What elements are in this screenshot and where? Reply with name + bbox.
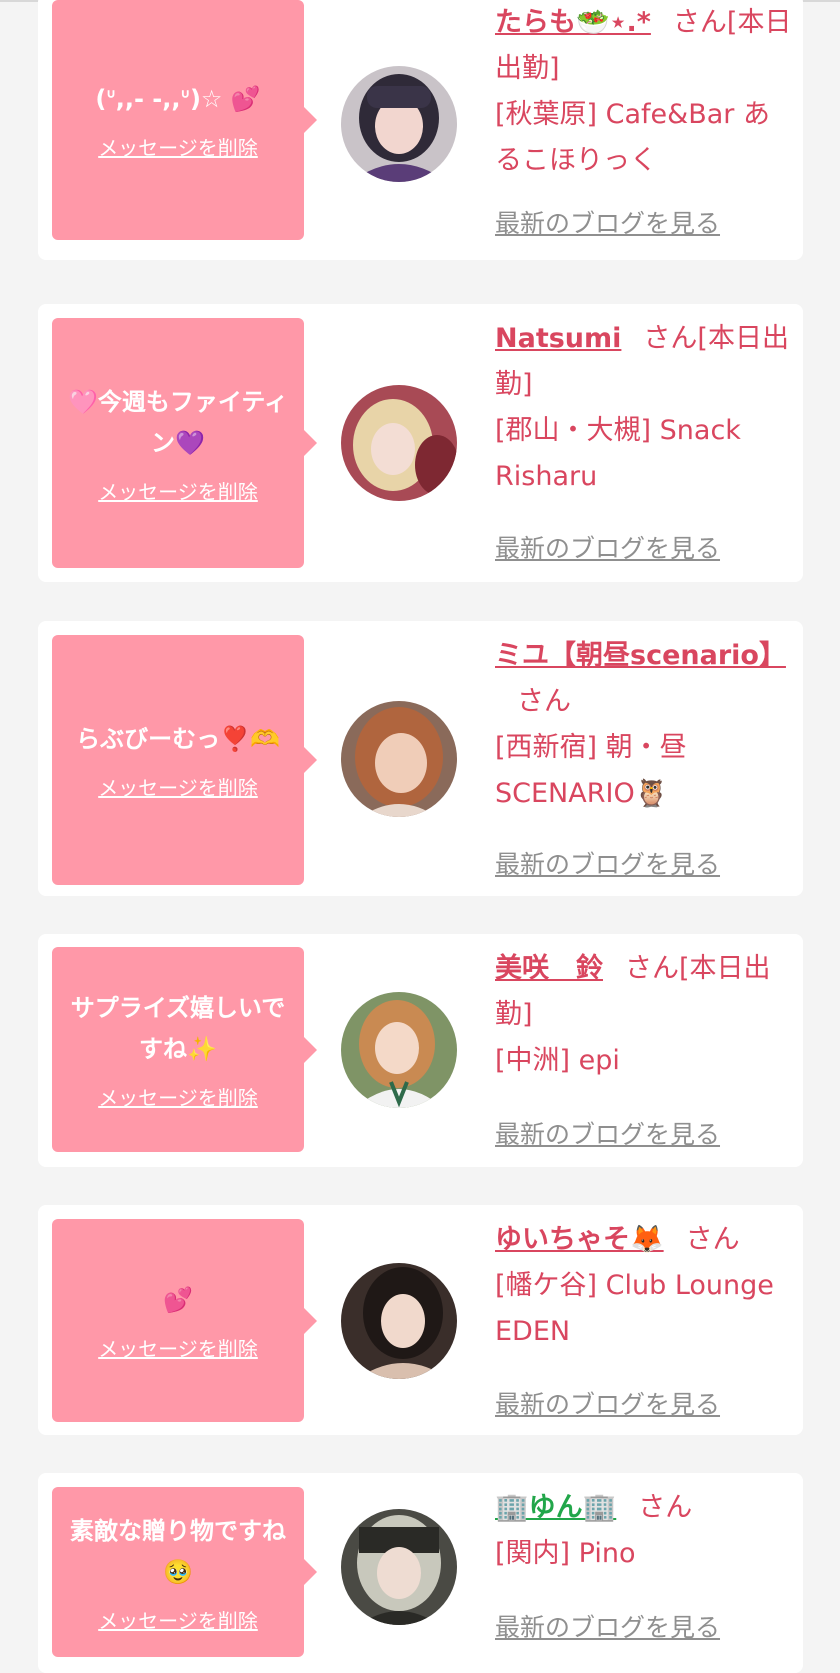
avatar[interactable] [341, 385, 457, 501]
avatar[interactable] [341, 701, 457, 817]
message-text: らぶびーむっ❣️🫶 [76, 725, 280, 753]
message-bubble: 💕 メッセージを削除 [52, 1219, 317, 1422]
message-bubble: (ᐡ,,- -,,ᐡ)☆ 💕 メッセージを削除 [52, 0, 317, 240]
sender-info: たらも🥗⋆.* さん[本日出勤] [秋葉原] Cafe&Bar あるこほりっく [495, 0, 795, 184]
sender-info: ミユ【朝昼scenario】さん [西新宿] 朝・昼SCENARIO🦉 [495, 633, 795, 817]
message-card: (ᐡ,,- -,,ᐡ)☆ 💕 メッセージを削除 たらも🥗⋆.* さん[本日出勤] … [38, 0, 803, 260]
message-card: らぶびーむっ❣️🫶 メッセージを削除 ミユ【朝昼scenario】さん [西新宿… [38, 621, 803, 896]
message-text: サプライズ嬉しいですね✨ [70, 994, 286, 1063]
shop-name: [中洲] epi [495, 1045, 620, 1076]
message-bubble: 🩷今週もファイティン💜 メッセージを削除 [52, 318, 317, 568]
delete-message-link[interactable]: メッセージを削除 [98, 1082, 258, 1111]
message-bubble: 素敵な贈り物ですね🥹 メッセージを削除 [52, 1487, 317, 1657]
shop-name: [秋葉原] Cafe&Bar あるこほりっく [495, 99, 770, 176]
shop-name: [幡ケ谷] Club Lounge EDEN [495, 1270, 774, 1347]
sender-info: Natsumi さん[本日出勤] [郡山・大槻] Snack Risharu [495, 316, 795, 500]
sender-name-link[interactable]: Natsumi [495, 323, 621, 354]
sender-name-link[interactable]: ゆいちゃそ🦊 [495, 1224, 664, 1255]
message-text: (ᐡ,,- -,,ᐡ)☆ 💕 [95, 85, 261, 113]
sender-info: ゆいちゃそ🦊 さん [幡ケ谷] Club Lounge EDEN [495, 1217, 795, 1355]
sender-name-link[interactable]: たらも🥗⋆.* [495, 7, 651, 38]
message-card: 素敵な贈り物ですね🥹 メッセージを削除 🏢ゆん🏢 さん [関内] Pino 最新の… [38, 1473, 803, 1673]
delete-message-link[interactable]: メッセージを削除 [98, 1605, 258, 1634]
delete-message-link[interactable]: メッセージを削除 [98, 772, 258, 801]
shop-name: [郡山・大槻] Snack Risharu [495, 415, 741, 492]
message-bubble: サプライズ嬉しいですね✨ メッセージを削除 [52, 947, 317, 1152]
delete-message-link[interactable]: メッセージを削除 [98, 1333, 258, 1362]
avatar[interactable] [341, 1263, 457, 1379]
honorific: さん [685, 1224, 740, 1255]
honorific: さん [517, 686, 571, 717]
latest-blog-link[interactable]: 最新のブログを見る [495, 1115, 720, 1151]
avatar[interactable] [341, 1509, 457, 1625]
shop-name: [関内] Pino [495, 1538, 636, 1569]
sender-name-link[interactable]: 🏢ゆん🏢 [495, 1492, 616, 1523]
sender-info: 美咲 鈴さん[本日出勤] [中洲] epi [495, 946, 795, 1084]
sender-name-link[interactable]: 美咲 鈴 [495, 953, 603, 984]
latest-blog-link[interactable]: 最新のブログを見る [495, 529, 720, 565]
honorific: さん [638, 1492, 693, 1523]
honorific: さん [672, 7, 727, 38]
latest-blog-link[interactable]: 最新のブログを見る [495, 845, 720, 881]
sender-info: 🏢ゆん🏢 さん [関内] Pino [495, 1485, 795, 1577]
message-text: 🩷今週もファイティン💜 [68, 387, 288, 457]
sender-name-link[interactable]: ミユ【朝昼scenario】 [495, 640, 786, 671]
message-text: 素敵な贈り物ですね🥹 [70, 1516, 286, 1586]
message-card: 💕 メッセージを削除 ゆいちゃそ🦊 さん [幡ケ谷] Club Lounge ED… [38, 1205, 803, 1435]
message-card: 🩷今週もファイティン💜 メッセージを削除 Natsumi さん[本日出勤] [郡山… [38, 304, 803, 582]
message-text: 💕 [163, 1285, 193, 1314]
shop-name: [西新宿] 朝・昼SCENARIO🦉 [495, 732, 687, 809]
avatar[interactable] [341, 66, 457, 182]
latest-blog-link[interactable]: 最新のブログを見る [495, 1608, 720, 1644]
delete-message-link[interactable]: メッセージを削除 [98, 132, 258, 161]
honorific: さん [625, 953, 679, 984]
delete-message-link[interactable]: メッセージを削除 [98, 476, 258, 505]
message-card: サプライズ嬉しいですね✨ メッセージを削除 美咲 鈴さん[本日出勤] [中洲] … [38, 934, 803, 1167]
latest-blog-link[interactable]: 最新のブログを見る [495, 204, 720, 240]
avatar[interactable] [341, 992, 457, 1108]
latest-blog-link[interactable]: 最新のブログを見る [495, 1385, 720, 1421]
message-bubble: らぶびーむっ❣️🫶 メッセージを削除 [52, 635, 317, 885]
honorific: さん [643, 323, 698, 354]
